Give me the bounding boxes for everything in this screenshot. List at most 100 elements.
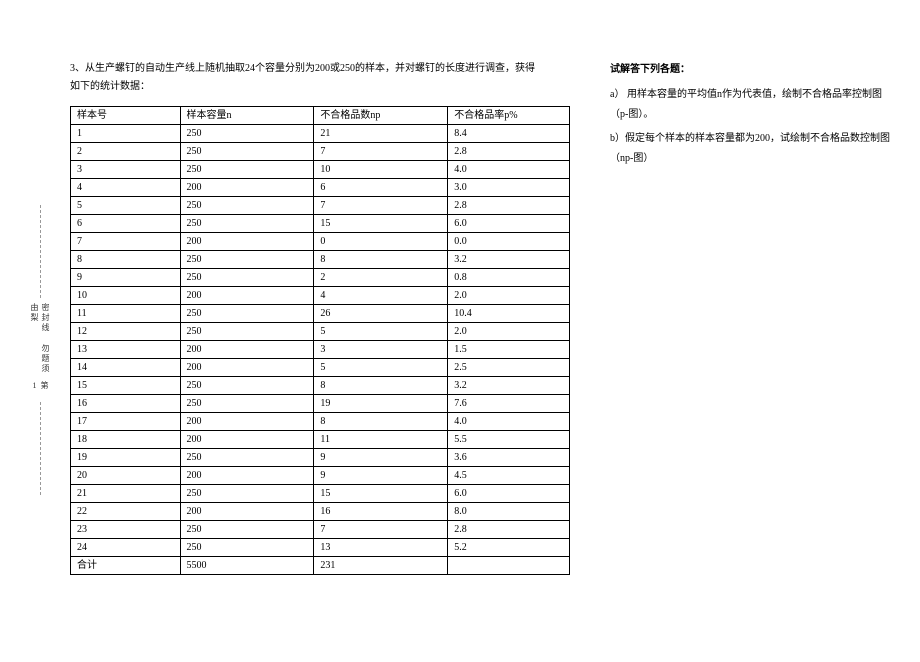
cell-n: 250 [180, 197, 314, 215]
cell-p: 3.2 [448, 377, 570, 395]
cell-p: 6.0 [448, 485, 570, 503]
cell-n: 200 [180, 341, 314, 359]
left-column: 3、从生产螺钉的自动生产线上随机抽取24个容量分别为200或250的样本，并对螺… [70, 60, 570, 575]
cell-p: 2.8 [448, 143, 570, 161]
table-row: 2020094.5 [71, 467, 570, 485]
table-row: 112502610.4 [71, 305, 570, 323]
cell-no: 16 [71, 395, 181, 413]
cell-no: 19 [71, 449, 181, 467]
cell-no: 13 [71, 341, 181, 359]
cell-p: 8.0 [448, 503, 570, 521]
table-row: 2325072.8 [71, 521, 570, 539]
cell-p: 8.4 [448, 125, 570, 143]
right-column: 试解答下列各题： a） 用样本容量的平均值n作为代表值，绘制不合格品率控制图（p… [610, 60, 890, 575]
table-row: 3250104.0 [71, 161, 570, 179]
cell-p: 6.0 [448, 215, 570, 233]
cell-no: 21 [71, 485, 181, 503]
cell-np: 7 [314, 197, 448, 215]
cell-n: 250 [180, 395, 314, 413]
cell-np: 3 [314, 341, 448, 359]
cell-n: 250 [180, 377, 314, 395]
table-row: 1250218.4 [71, 125, 570, 143]
cell-n: 200 [180, 503, 314, 521]
header-defect-rate: 不合格品率p% [448, 107, 570, 125]
cell-no: 11 [71, 305, 181, 323]
cell-no: 10 [71, 287, 181, 305]
cell-p: 2.0 [448, 323, 570, 341]
cell-np: 5 [314, 323, 448, 341]
cell-n: 200 [180, 431, 314, 449]
cell-n: 200 [180, 467, 314, 485]
table-row: 24250135.2 [71, 539, 570, 557]
cell-no: 23 [71, 521, 181, 539]
cell-no: 5 [71, 197, 181, 215]
cell-p: 2.5 [448, 359, 570, 377]
intro-line-1: 3、从生产螺钉的自动生产线上随机抽取24个容量分别为200或250的样本，并对螺… [70, 63, 535, 74]
table-row: 1225052.0 [71, 323, 570, 341]
cell-p: 4.5 [448, 467, 570, 485]
cell-p: 2.8 [448, 521, 570, 539]
cell-n: 200 [180, 413, 314, 431]
margin-num: 第1 [30, 381, 50, 397]
cell-no: 14 [71, 359, 181, 377]
table-row: 925020.8 [71, 269, 570, 287]
cell-np: 7 [314, 143, 448, 161]
cell-p: 0.0 [448, 233, 570, 251]
margin-text: 密封线 勿题须 由梨 [29, 303, 51, 382]
cell-n: 250 [180, 161, 314, 179]
cell-p: 5.2 [448, 539, 570, 557]
table-row: 6250156.0 [71, 215, 570, 233]
cell-p: 2.8 [448, 197, 570, 215]
cell-no: 15 [71, 377, 181, 395]
table-row: 225072.8 [71, 143, 570, 161]
table-row: 1320031.5 [71, 341, 570, 359]
cell-no: 12 [71, 323, 181, 341]
table-row-total: 合计5500231 [71, 557, 570, 575]
cell-np: 10 [314, 161, 448, 179]
cell-no: 3 [71, 161, 181, 179]
cell-no: 4 [71, 179, 181, 197]
table-row: 1020042.0 [71, 287, 570, 305]
cell-p: 4.0 [448, 413, 570, 431]
cell-n: 200 [180, 359, 314, 377]
table-row: 720000.0 [71, 233, 570, 251]
questions-title: 试解答下列各题： [610, 60, 890, 75]
cell-np: 16 [314, 503, 448, 521]
cell-no: 2 [71, 143, 181, 161]
cell-np: 8 [314, 413, 448, 431]
table-row: 420063.0 [71, 179, 570, 197]
cell-n: 250 [180, 305, 314, 323]
cell-p: 5.5 [448, 431, 570, 449]
data-table: 样本号 样本容量n 不合格品数np 不合格品率p% 1250218.422507… [70, 106, 570, 575]
cell-np: 15 [314, 485, 448, 503]
total-cell-p [448, 557, 570, 575]
total-cell-no: 合计 [71, 557, 181, 575]
cell-np: 4 [314, 287, 448, 305]
cell-np: 7 [314, 521, 448, 539]
cell-n: 250 [180, 143, 314, 161]
cell-no: 6 [71, 215, 181, 233]
problem-intro: 3、从生产螺钉的自动生产线上随机抽取24个容量分别为200或250的样本，并对螺… [70, 60, 570, 96]
cell-no: 20 [71, 467, 181, 485]
total-cell-np: 231 [314, 557, 448, 575]
cell-n: 200 [180, 287, 314, 305]
cell-np: 2 [314, 269, 448, 287]
cell-no: 7 [71, 233, 181, 251]
cell-no: 22 [71, 503, 181, 521]
table-row: 1925093.6 [71, 449, 570, 467]
cell-np: 19 [314, 395, 448, 413]
cell-no: 24 [71, 539, 181, 557]
intro-line-2: 如下的统计数据： [70, 81, 150, 92]
cell-n: 250 [180, 485, 314, 503]
cell-p: 3.2 [448, 251, 570, 269]
table-row: 1420052.5 [71, 359, 570, 377]
margin-dash-top [40, 205, 41, 298]
cell-np: 26 [314, 305, 448, 323]
cell-p: 3.6 [448, 449, 570, 467]
cell-np: 11 [314, 431, 448, 449]
cell-no: 17 [71, 413, 181, 431]
cell-n: 250 [180, 251, 314, 269]
total-cell-n: 5500 [180, 557, 314, 575]
cell-no: 8 [71, 251, 181, 269]
cell-n: 200 [180, 179, 314, 197]
